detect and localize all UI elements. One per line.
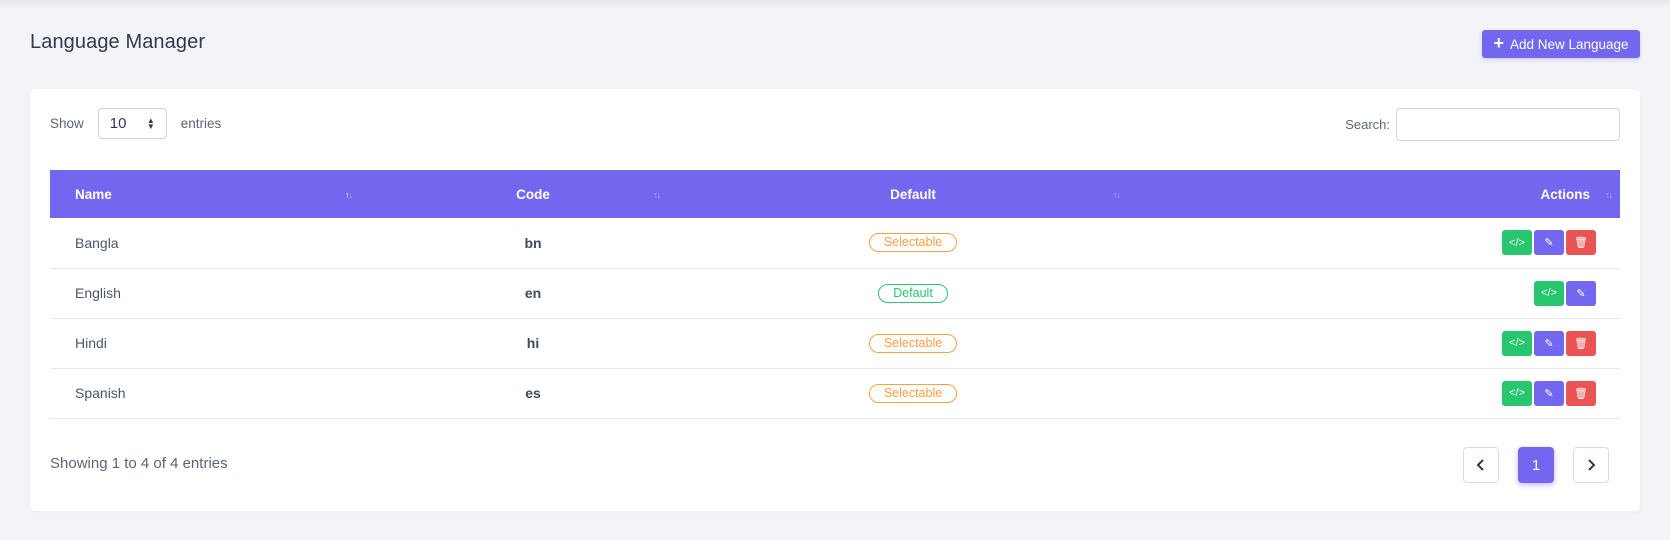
edit-button[interactable]: ✎ — [1534, 330, 1564, 356]
page-1-button[interactable]: 1 — [1518, 447, 1554, 483]
code-icon: </> — [1509, 236, 1525, 249]
length-menu-suffix: entries — [180, 116, 222, 131]
entries-per-page-value: 10 — [109, 115, 127, 132]
edit-icon: ✎ — [1544, 387, 1554, 400]
delete-button[interactable]: 🗑 — [1566, 230, 1596, 256]
entries-per-page-select[interactable]: 10 ▲ ▼ — [97, 108, 167, 139]
language-code: en — [524, 285, 542, 301]
edit-button[interactable]: ✎ — [1566, 280, 1596, 306]
add-new-language-label: Add New Language — [1509, 36, 1629, 52]
language-code: hi — [526, 335, 540, 351]
sort-icon: ↑↓ — [1113, 190, 1121, 200]
language-name: Bangla — [75, 234, 119, 251]
edit-icon: ✎ — [1544, 337, 1554, 350]
plus-icon: + — [1493, 33, 1504, 53]
language-code: bn — [524, 234, 542, 251]
code-icon: </> — [1541, 287, 1557, 299]
column-header-default[interactable]: Default ↑↓ — [678, 170, 1148, 218]
edit-button[interactable]: ✎ — [1534, 380, 1564, 406]
column-header-actions[interactable]: Actions ↑↓ — [1148, 170, 1620, 218]
select-arrows-icon: ▲ ▼ — [146, 115, 155, 131]
language-table: Name ↑↓ Code ↑↓ Default ↑↓ Actions ↑↓ Ba… — [50, 170, 1620, 419]
pagination: 1 — [1463, 447, 1609, 483]
status-badge: Selectable — [868, 383, 958, 403]
search-area: Search: — [1345, 108, 1620, 141]
top-shadow — [0, 0, 1670, 8]
trash-icon: 🗑 — [1574, 337, 1588, 350]
search-input[interactable] — [1396, 108, 1620, 141]
next-page-button[interactable] — [1573, 447, 1609, 483]
sort-icon: ↑↓ — [653, 190, 661, 200]
table-row: Spanish es Selectable </> ✎ 🗑 — [50, 368, 1620, 418]
status-badge: Selectable — [868, 333, 958, 353]
table-row: English en Default </> ✎ — [50, 268, 1620, 318]
column-header-code[interactable]: Code ↑↓ — [388, 170, 678, 218]
table-header-row: Name ↑↓ Code ↑↓ Default ↑↓ Actions ↑↓ — [50, 170, 1620, 218]
page-title: Language Manager — [30, 31, 206, 53]
language-card: Show 10 ▲ ▼ entries Search: Name ↑↓ Code … — [30, 89, 1640, 511]
code-button[interactable]: </> — [1502, 230, 1532, 256]
delete-button[interactable]: 🗑 — [1566, 330, 1596, 356]
length-menu: Show 10 ▲ ▼ entries — [50, 108, 221, 139]
trash-icon: 🗑 — [1574, 387, 1588, 400]
code-icon: </> — [1509, 387, 1525, 399]
language-name: Hindi — [75, 335, 107, 351]
column-header-name[interactable]: Name ↑↓ — [50, 170, 388, 218]
sort-icon: ↑↓ — [1605, 190, 1613, 200]
code-icon: </> — [1509, 337, 1525, 349]
sort-asc-icon: ↑↓ — [345, 190, 353, 200]
chevron-left-icon — [1476, 459, 1484, 471]
table-info: Showing 1 to 4 of 4 entries — [50, 455, 228, 472]
language-name: Spanish — [75, 385, 126, 401]
search-label: Search: — [1345, 117, 1390, 132]
code-button[interactable]: </> — [1534, 280, 1564, 306]
edit-button[interactable]: ✎ — [1534, 230, 1564, 256]
table-row: Hindi hi Selectable </> ✎ 🗑 — [50, 318, 1620, 368]
language-name: English — [75, 285, 121, 301]
chevron-right-icon — [1588, 459, 1596, 471]
add-new-language-button[interactable]: + Add New Language — [1482, 30, 1640, 58]
status-badge: Default — [878, 283, 948, 303]
code-button[interactable]: </> — [1502, 380, 1532, 406]
length-menu-prefix: Show — [50, 116, 84, 131]
edit-icon: ✎ — [1576, 287, 1586, 300]
table-row: Bangla bn Selectable </> ✎ 🗑 — [50, 218, 1620, 268]
status-badge: Selectable — [868, 233, 958, 253]
trash-icon: 🗑 — [1574, 237, 1588, 250]
previous-page-button[interactable] — [1463, 447, 1499, 483]
edit-icon: ✎ — [1544, 237, 1554, 250]
code-button[interactable]: </> — [1502, 330, 1532, 356]
delete-button[interactable]: 🗑 — [1566, 380, 1596, 406]
language-code: es — [525, 385, 541, 401]
